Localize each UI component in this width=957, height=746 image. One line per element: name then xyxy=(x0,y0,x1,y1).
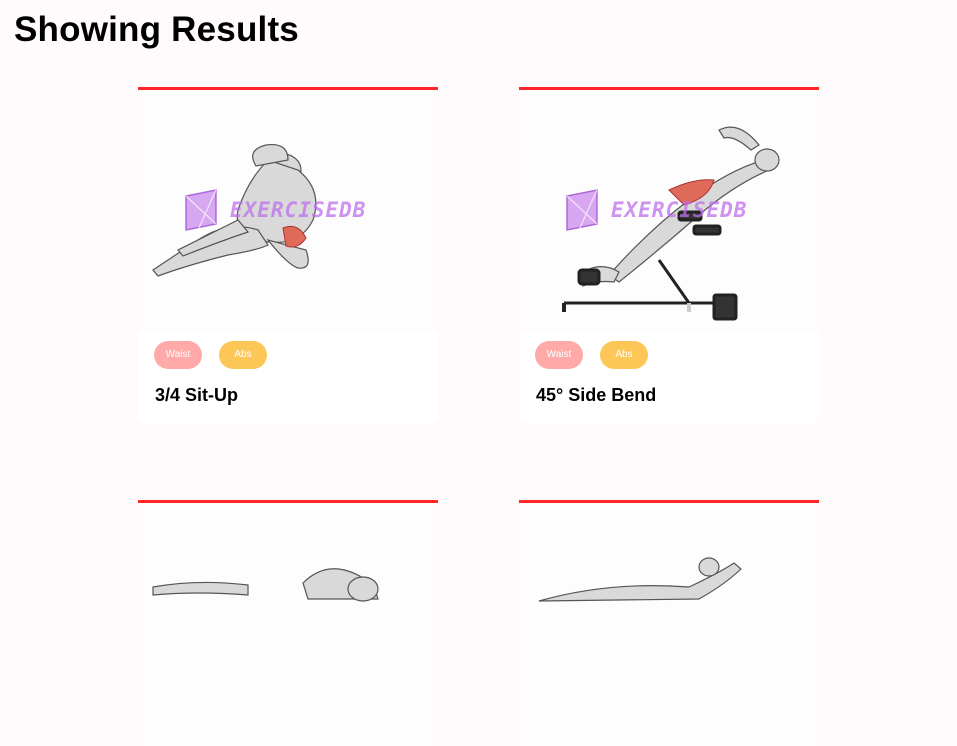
exercise-image xyxy=(519,503,819,746)
leg-raise-illustration-icon xyxy=(538,557,742,602)
target-tag[interactable]: Abs xyxy=(219,341,267,369)
exercisedb-logo-icon xyxy=(185,189,217,231)
target-tag[interactable]: Abs xyxy=(600,341,648,369)
crunch-illustration-icon xyxy=(152,568,379,602)
body-part-tag[interactable]: Waist xyxy=(535,341,583,369)
exercise-card[interactable] xyxy=(138,500,438,746)
watermark: EXERCISEDB xyxy=(565,188,747,232)
exercise-card[interactable] xyxy=(519,500,819,746)
exercise-card[interactable]: EXERCISEDB Waist Abs 3/4 Sit-Up xyxy=(138,87,438,424)
exercise-name: 3/4 Sit-Up xyxy=(155,385,239,405)
body-part-tag[interactable]: Waist xyxy=(154,341,202,369)
exercise-image: EXERCISEDB xyxy=(519,90,819,333)
exercise-card[interactable]: EXERCISEDB Waist Abs 45° Side Bend xyxy=(519,87,819,424)
exercise-image: EXERCISEDB xyxy=(138,90,438,333)
watermark-text: EXERCISEDB xyxy=(611,198,748,222)
exercise-image xyxy=(138,503,438,746)
exercisedb-logo-icon xyxy=(566,189,598,231)
exercise-name: 45° Side Bend xyxy=(536,385,657,405)
page-title: Showing Results xyxy=(14,10,299,49)
watermark: EXERCISEDB xyxy=(184,188,366,232)
watermark-text: EXERCISEDB xyxy=(230,198,367,222)
